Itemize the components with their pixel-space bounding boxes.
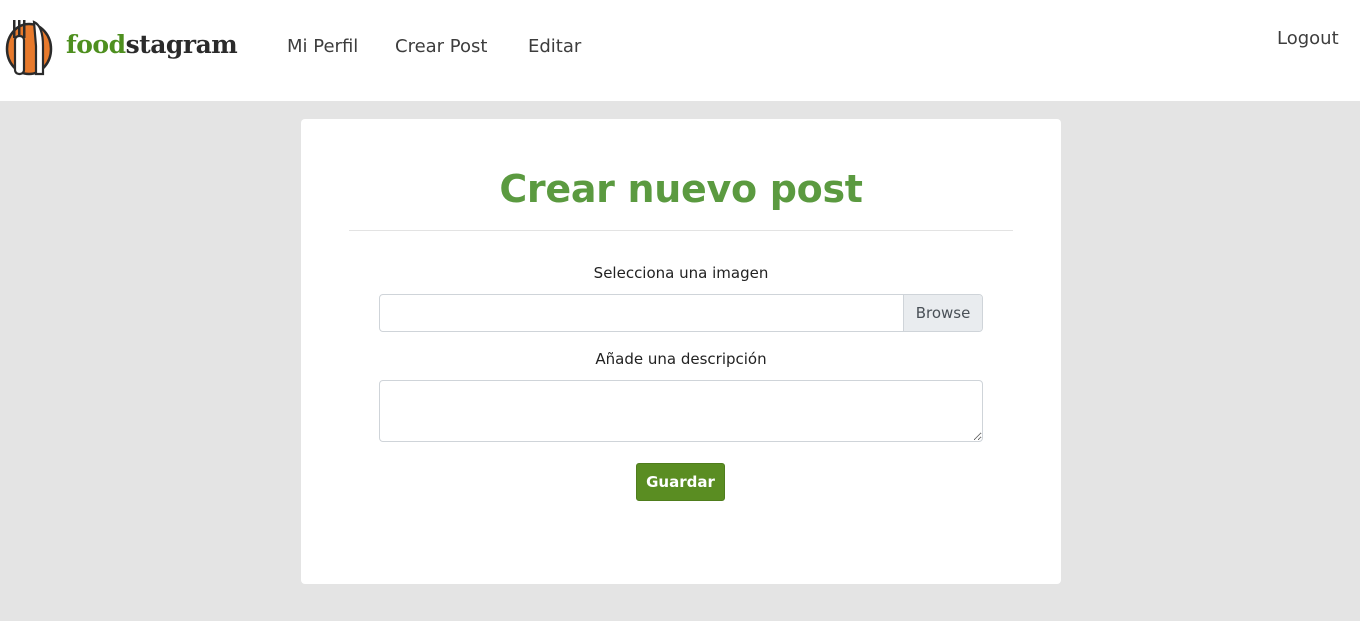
logout-link[interactable]: Logout	[1277, 28, 1339, 49]
browse-button[interactable]: Browse	[903, 295, 982, 331]
create-post-card: Crear nuevo post Selecciona una imagen B…	[301, 119, 1061, 584]
top-navbar: foodstagram Mi Perfil Crear Post Editar …	[0, 0, 1360, 101]
description-field-label: Añade una descripción	[595, 350, 767, 368]
nav-link-editar[interactable]: Editar	[528, 36, 581, 57]
nav-link-mi-perfil[interactable]: Mi Perfil	[287, 36, 358, 57]
nav-link-crear-post[interactable]: Crear Post	[395, 36, 487, 57]
image-file-input[interactable]: Browse	[379, 294, 983, 332]
brand-name: foodstagram	[66, 29, 238, 59]
description-textarea[interactable]	[379, 380, 983, 442]
file-name-display[interactable]	[380, 295, 903, 331]
brand-logo-link[interactable]: foodstagram	[5, 16, 238, 78]
save-button[interactable]: Guardar	[636, 463, 725, 501]
image-field-label: Selecciona una imagen	[593, 264, 769, 282]
title-divider	[349, 230, 1013, 231]
fork-knife-plate-icon	[5, 20, 53, 76]
page-title: Crear nuevo post	[499, 167, 863, 211]
